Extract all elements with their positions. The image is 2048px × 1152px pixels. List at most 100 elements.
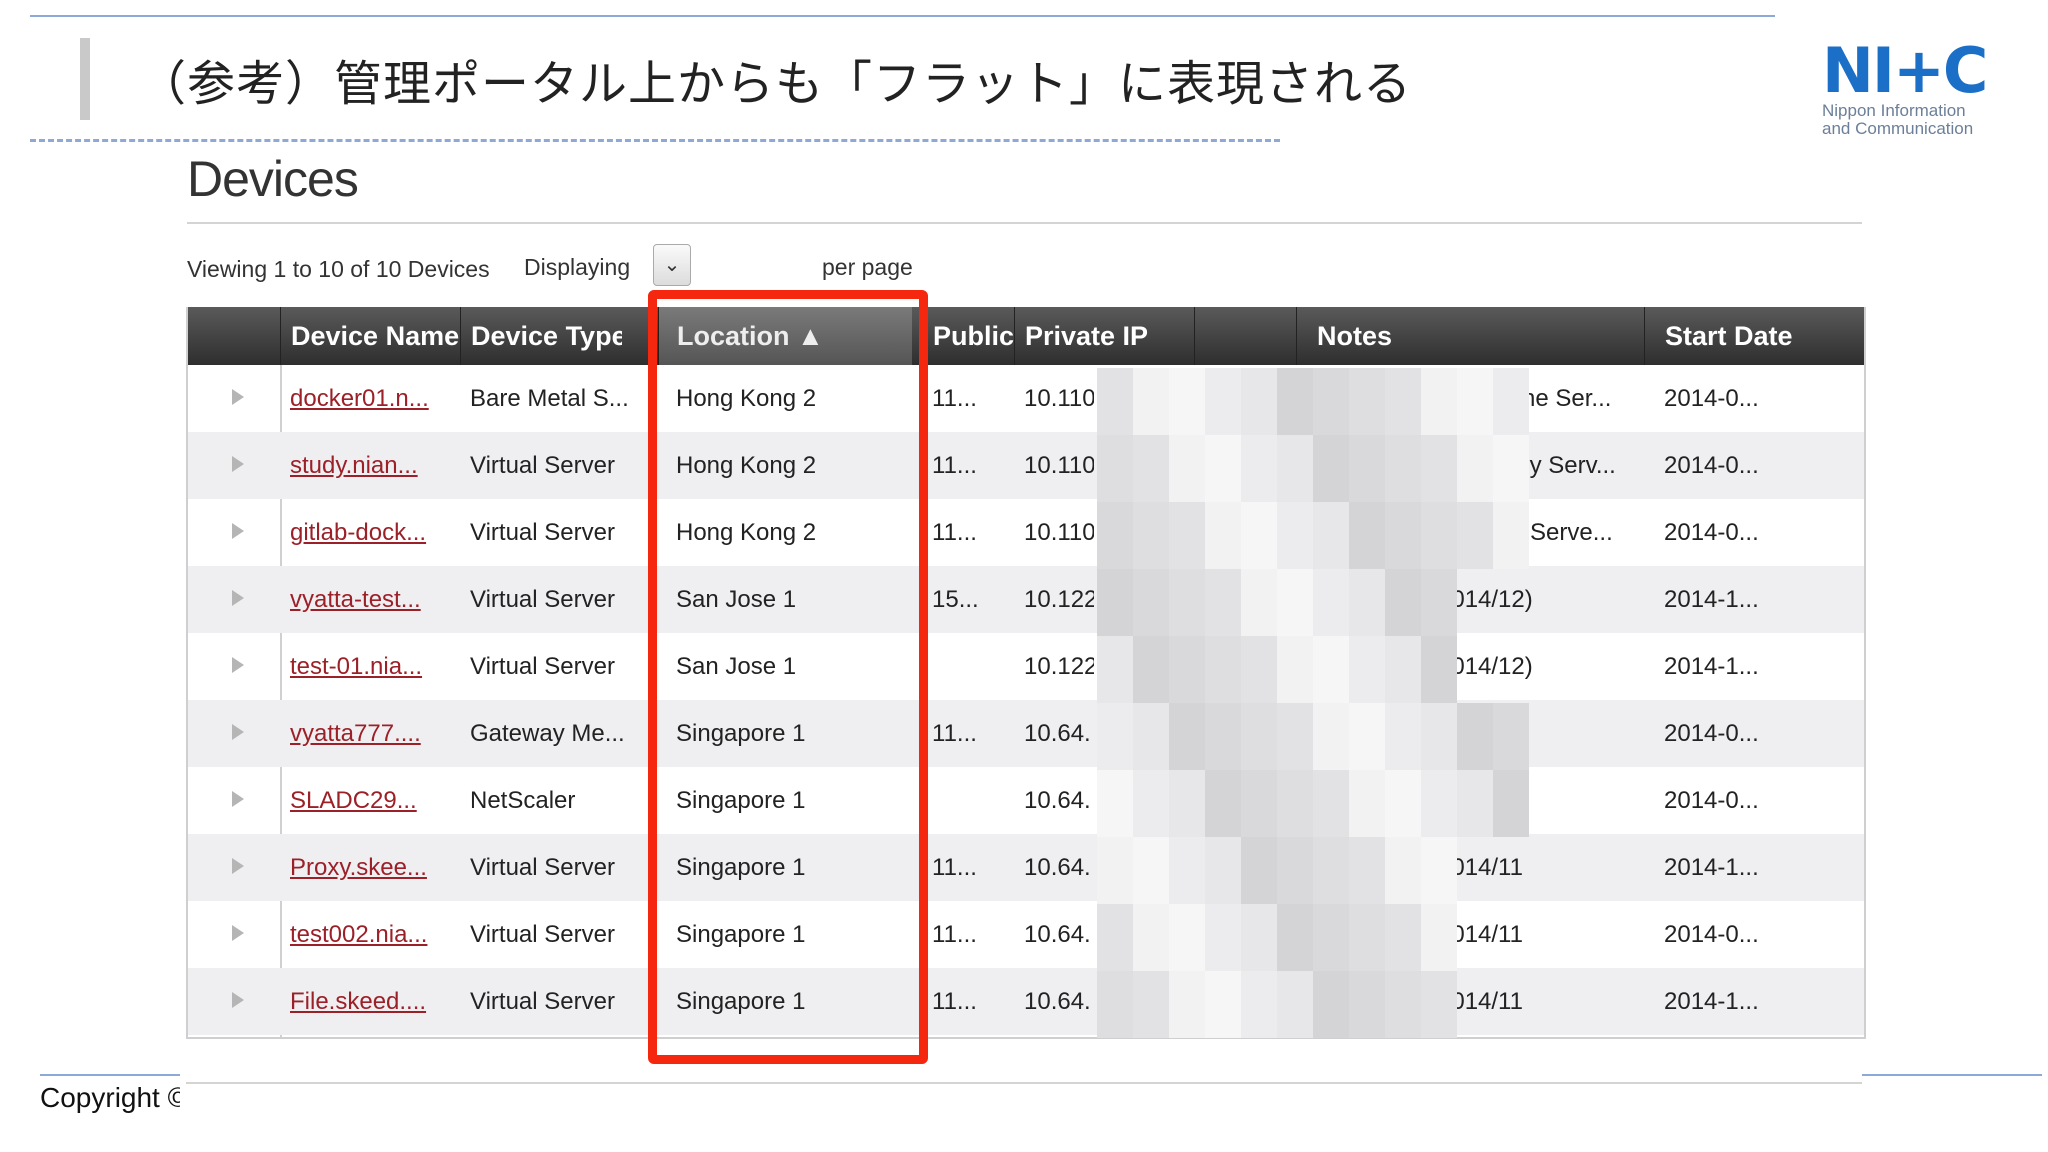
redacted-block [1097,770,1133,837]
device-name-link[interactable]: File.skeed.... [280,968,460,1035]
device-name-link[interactable]: SLADC29... [280,767,460,834]
redacted-block [1241,435,1277,502]
redacted-block [1457,368,1493,435]
redacted-block [1133,435,1169,502]
redacted-block [1349,368,1385,435]
public-ip-cell [922,633,1014,700]
public-ip-cell: 15... [932,586,979,613]
redacted-block [1385,837,1421,904]
device-name-link[interactable]: docker01.n... [280,365,460,432]
redacted-block [1385,636,1421,703]
start-date-cell: 2014-1... [1664,586,1759,613]
redacted-block [1133,569,1169,636]
private-ip-cell: 10.110 [1024,452,1094,479]
redacted-block [1241,569,1277,636]
redacted-block [1241,703,1277,770]
expand-row-icon[interactable] [232,389,244,405]
redacted-block [1313,904,1349,971]
expand-row-icon[interactable] [232,791,244,807]
redacted-block [1277,502,1313,569]
redacted-block [1277,770,1313,837]
public-ip-cell: 11... [932,452,977,479]
devices-table: Device Name Device Type Location ▲ Publi… [186,307,1866,1039]
device-name-link[interactable]: test-01.nia... [280,633,460,700]
redacted-block [1097,971,1133,1038]
redacted-block [1349,837,1385,904]
redacted-block [1457,770,1493,837]
viewing-count: Viewing 1 to 10 of 10 Devices [187,256,490,282]
public-ip-cell [922,767,1014,834]
expand-row-icon[interactable] [232,590,244,606]
table-row[interactable]: Proxy.skee... Virtual Server Singapore 1 11… [188,834,1864,901]
expand-row-icon[interactable] [232,925,244,941]
device-name-link[interactable]: gitlab-dock... [280,499,460,566]
column-header-device-type[interactable]: Device Type [460,307,622,365]
table-row[interactable]: vyatta-test... Virtual Server San Jose 1 15… [188,566,1864,633]
table-row[interactable]: test002.nia... Virtual Server Singapore 11… [188,901,1864,968]
redacted-block [1205,636,1241,703]
redacted-block [1169,368,1205,435]
start-date-cell: 2014-0... [1664,720,1759,747]
expand-row-icon[interactable] [232,724,244,740]
private-ip-cell: 10.64. [1024,720,1091,747]
redacted-block [1169,837,1205,904]
redacted-block [1349,904,1385,971]
private-ip-cell: 10.64. [1024,921,1091,948]
redacted-block [1097,636,1133,703]
device-name-link[interactable]: test002.nia... [280,901,460,968]
private-ip-cell: 10.110 [1024,519,1094,546]
redacted-block [1133,971,1169,1038]
expand-row-icon[interactable] [232,657,244,673]
redacted-block [1241,971,1277,1038]
expand-row-icon[interactable] [232,992,244,1008]
per-page-select[interactable]: ⌄ [653,244,691,286]
column-header-device-name[interactable]: Device Name [280,307,460,365]
redacted-block [1421,636,1457,703]
device-type-cell: Gateway Me... [470,720,625,747]
device-name-link[interactable]: vyatta-test... [280,566,460,633]
redacted-block [1205,502,1241,569]
redacted-block [1493,703,1529,770]
redacted-block [1277,837,1313,904]
device-name-link[interactable]: Proxy.skee... [280,834,460,901]
expand-row-icon[interactable] [232,523,244,539]
private-ip-cell: 10.64. [1024,854,1091,881]
private-ip-cell: 10.110 [1024,385,1094,412]
table-row[interactable]: SLADC29... NetScaler Singapore 1 10.64. 2014… [188,767,1864,834]
redacted-block [1169,636,1205,703]
column-header-start-date[interactable]: Start Date [1644,307,1864,365]
redacted-block [1313,569,1349,636]
redacted-block [1133,837,1169,904]
redacted-block [1277,368,1313,435]
redacted-block [1349,569,1385,636]
column-header-public-ip[interactable]: Public [922,307,1014,365]
redacted-block [1385,435,1421,502]
table-row[interactable]: docker01.n... Bare Metal S... Hong Kong 21… [188,365,1864,432]
redacted-block [1241,502,1277,569]
table-row[interactable]: vyatta777.... Gateway Me... Singapore 1 11.… [188,700,1864,767]
table-row[interactable]: gitlab-dock... Virtual Server Hong Kong 21… [188,499,1864,566]
redacted-block [1313,971,1349,1038]
column-header-notes[interactable]: Notes [1296,307,1644,365]
redacted-block [1421,435,1457,502]
redacted-block [1133,368,1169,435]
expand-row-icon[interactable] [232,858,244,874]
expand-row-icon[interactable] [232,456,244,472]
redacted-pixelation [1097,368,1529,1038]
top-accent-line [30,15,1775,17]
column-header-private-ip[interactable]: Private IP [1014,307,1194,365]
table-row[interactable]: study.nian... Virtual Server Hong Kong 2 11… [188,432,1864,499]
redacted-block [1097,703,1133,770]
redacted-block [1205,904,1241,971]
device-name-link[interactable]: vyatta777.... [280,700,460,767]
redacted-block [1313,636,1349,703]
device-name-link[interactable]: study.nian... [280,432,460,499]
table-row[interactable]: File.skeed.... Virtual Server Singapore 11… [188,968,1864,1035]
redacted-block [1313,703,1349,770]
redacted-block [1133,636,1169,703]
displaying-label: Displaying [524,254,631,280]
redacted-block [1421,502,1457,569]
redacted-block [1241,368,1277,435]
table-row[interactable]: test-01.nia... Virtual Server San Jose 1 10… [188,633,1864,700]
redacted-block [1421,971,1457,1038]
